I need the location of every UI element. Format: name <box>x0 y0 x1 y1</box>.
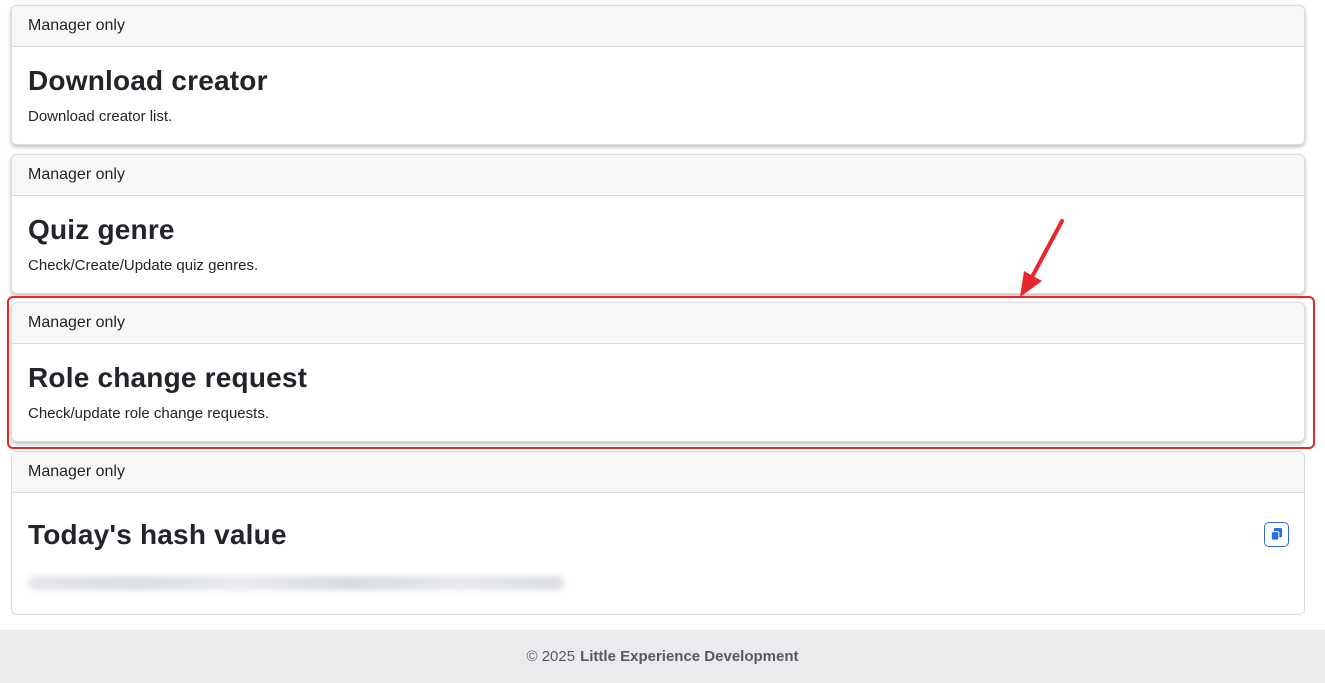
card-description: Check/update role change requests. <box>28 405 269 422</box>
quiz-genre-card[interactable]: Manager only Quiz genre Check/Create/Upd… <box>11 154 1305 294</box>
role-change-request-card[interactable]: Manager only Role change request Check/u… <box>11 302 1305 442</box>
card-description: Check/Create/Update quiz genres. <box>28 257 259 274</box>
download-creator-card[interactable]: Manager only Download creator Download c… <box>11 5 1305 145</box>
card-title: Quiz genre <box>28 214 175 245</box>
card-header: Manager only <box>12 155 1304 196</box>
page-footer: © 2025 Little Experience Development <box>0 630 1325 683</box>
card-header: Manager only <box>12 6 1304 47</box>
card-header: Manager only <box>12 303 1304 344</box>
card-description: Download creator list. <box>28 108 173 125</box>
hash-value-redacted <box>28 576 564 590</box>
card-title: Download creator <box>28 65 268 96</box>
card-title: Today's hash value <box>28 519 287 550</box>
hash-value-card: Manager only Today's hash value <box>11 451 1305 615</box>
footer-copyright: © 2025 <box>526 648 576 665</box>
footer-brand: Little Experience Development <box>580 648 799 665</box>
card-title: Role change request <box>28 362 308 393</box>
copy-button[interactable] <box>1264 522 1289 547</box>
copy-icon <box>1270 527 1283 541</box>
card-header: Manager only <box>12 452 1304 493</box>
